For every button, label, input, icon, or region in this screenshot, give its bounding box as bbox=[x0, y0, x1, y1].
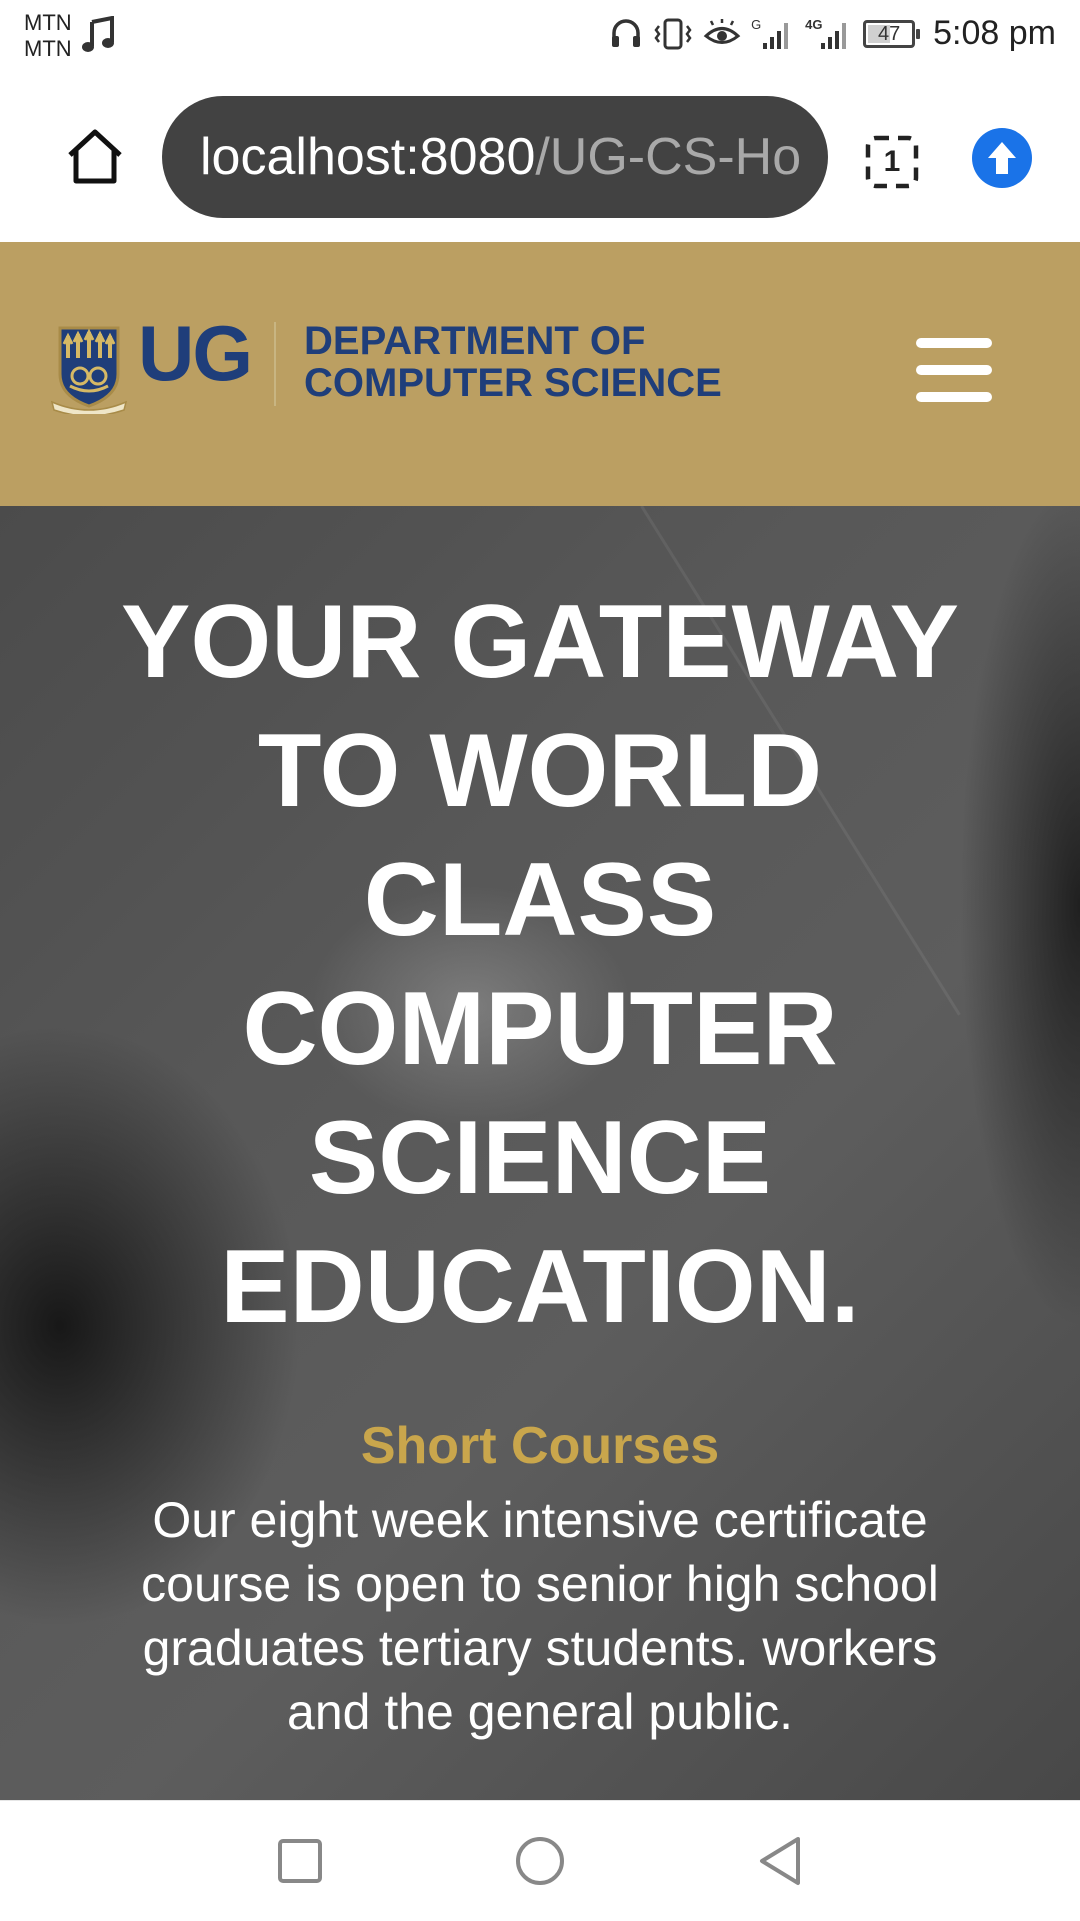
tab-count: 1 bbox=[883, 145, 901, 178]
menu-bar-bottom bbox=[916, 392, 992, 402]
home-circle-icon bbox=[516, 1837, 564, 1885]
hero-title-line: EDUCATION. bbox=[220, 1229, 860, 1345]
menu-bar-middle bbox=[916, 365, 992, 375]
status-icons: G 4G 47 5:08 pm bbox=[609, 14, 1056, 53]
signal-2-icon bbox=[821, 22, 847, 49]
site-header: UG DEPARTMENT OF COMPUTER SCIENCE bbox=[0, 242, 1080, 506]
back-button[interactable] bbox=[750, 1831, 810, 1891]
clock: 5:08 pm bbox=[933, 14, 1056, 52]
battery-icon: 47 bbox=[863, 19, 921, 48]
music-note-icon bbox=[82, 16, 114, 52]
department-name-line-2: COMPUTER SCIENCE bbox=[304, 361, 722, 405]
headset-icon bbox=[612, 18, 641, 47]
recents-button[interactable] bbox=[270, 1831, 330, 1891]
battery-level: 47 bbox=[878, 22, 901, 45]
home-icon bbox=[68, 129, 122, 184]
signal-2: 4G bbox=[805, 17, 853, 51]
hero-title-line: CLASS bbox=[363, 842, 717, 958]
home-button[interactable] bbox=[62, 124, 128, 190]
tab-switcher-button[interactable]: 1 bbox=[860, 130, 924, 194]
short-courses-description: Our eight week intensive certificate cou… bbox=[141, 1492, 939, 1740]
hero-title-line: COMPUTER bbox=[242, 971, 838, 1087]
short-courses-heading: Short Courses bbox=[360, 1417, 720, 1475]
url-host: localhost:8080 bbox=[200, 128, 536, 186]
hero-section: YOUR GATEWAY TO WORLD CLASS COMPUTER SCI… bbox=[0, 506, 1080, 1800]
signal-1: G bbox=[751, 17, 795, 51]
url-text: localhost:8080/UG-CS-Ho bbox=[200, 96, 801, 218]
vibrate-icon bbox=[654, 18, 692, 49]
home-nav-button[interactable] bbox=[510, 1831, 570, 1891]
eye-comfort-icon bbox=[703, 18, 741, 44]
header-divider bbox=[274, 322, 276, 406]
carrier-2-label: MTN bbox=[24, 36, 72, 61]
department-name[interactable]: DEPARTMENT OF COMPUTER SCIENCE bbox=[304, 320, 722, 404]
ug-logo-text[interactable]: UG bbox=[138, 314, 253, 392]
back-triangle-icon bbox=[760, 1837, 800, 1885]
browser-toolbar: localhost:8080/UG-CS-Ho 1 bbox=[0, 78, 1080, 242]
carrier-labels: MTN MTN bbox=[24, 10, 72, 62]
url-path: /UG-CS-Ho bbox=[535, 128, 802, 186]
hero-title-line: TO WORLD bbox=[257, 713, 823, 829]
hero-title: YOUR GATEWAY TO WORLD CLASS COMPUTER SCI… bbox=[60, 578, 1020, 1352]
signal-1-icon bbox=[763, 22, 789, 49]
carrier-1-label: MTN bbox=[24, 10, 72, 35]
update-button[interactable] bbox=[972, 128, 1032, 188]
university-crest-logo[interactable] bbox=[50, 322, 128, 414]
status-bar: MTN MTN G 4G 47 5:08 pm bbox=[0, 0, 1080, 78]
hero-title-line: SCIENCE bbox=[308, 1100, 772, 1216]
address-bar[interactable]: localhost:8080/UG-CS-Ho bbox=[162, 96, 828, 218]
menu-bar-top bbox=[916, 338, 992, 348]
recents-square-icon bbox=[278, 1839, 322, 1883]
upload-arrow-icon bbox=[988, 142, 1016, 174]
department-name-line-1: DEPARTMENT OF bbox=[304, 319, 646, 363]
hamburger-menu-icon[interactable] bbox=[916, 338, 992, 402]
system-navigation-bar bbox=[0, 1800, 1080, 1921]
hero-title-line: YOUR GATEWAY bbox=[121, 584, 959, 700]
